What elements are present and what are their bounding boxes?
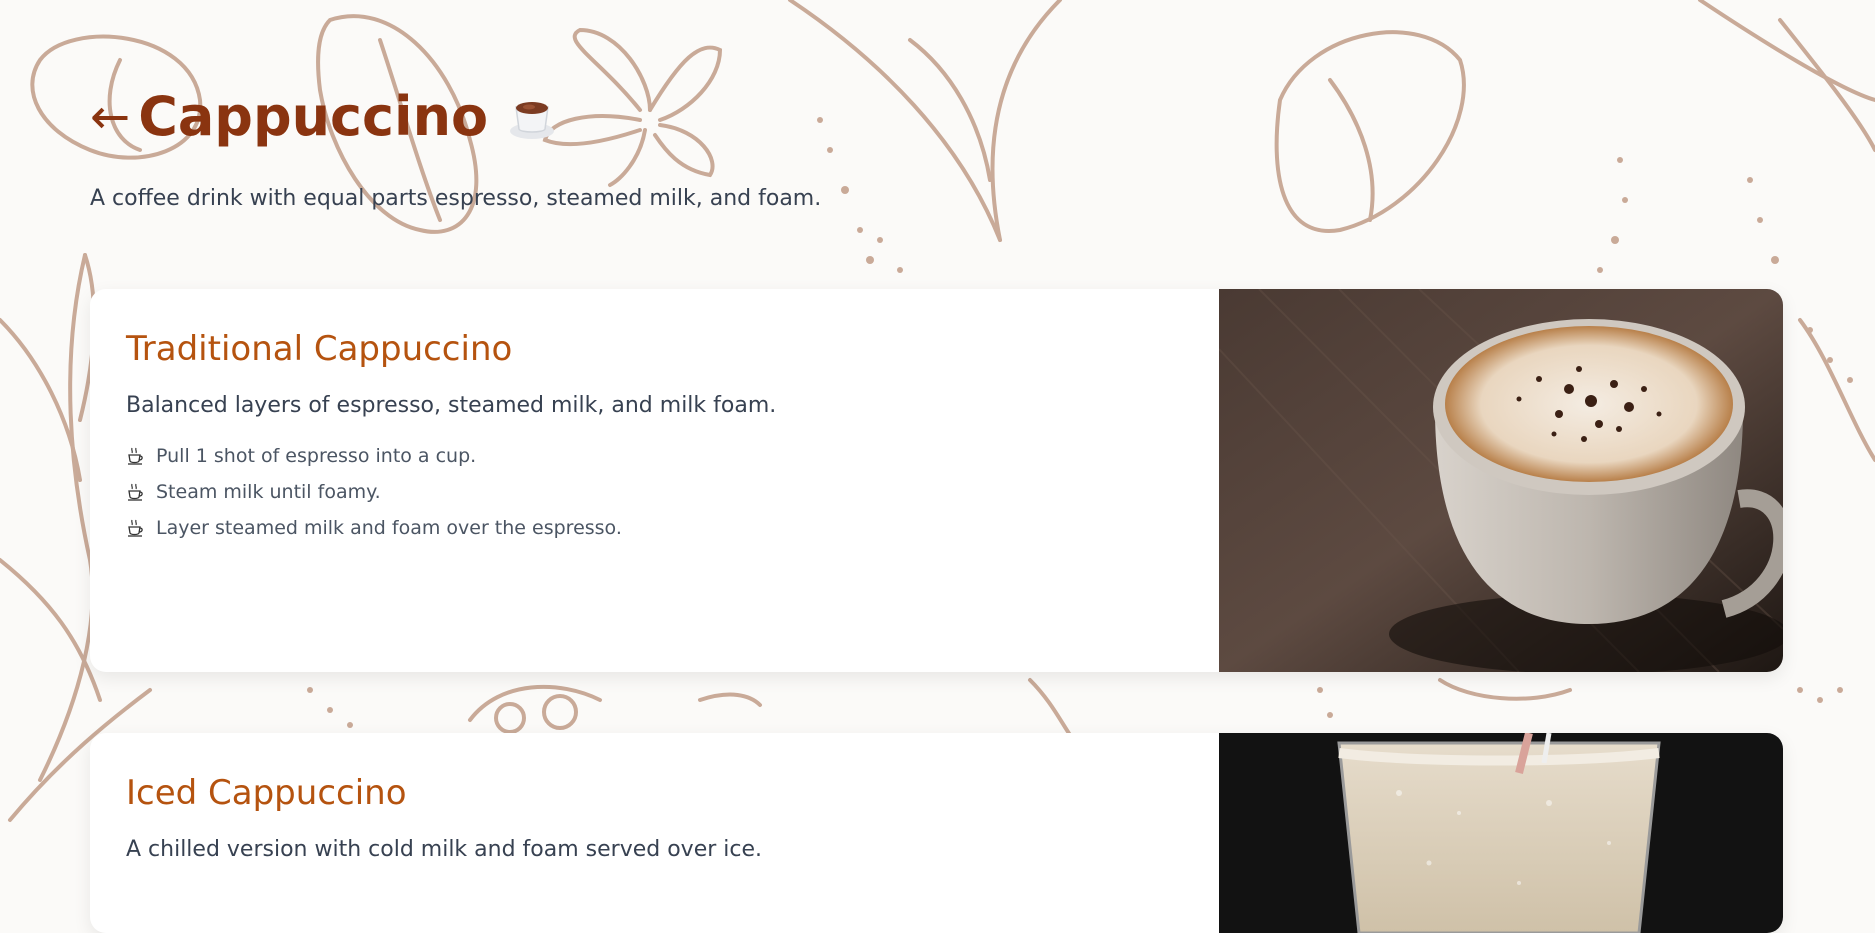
step-text: Pull 1 shot of espresso into a cup. <box>156 445 477 467</box>
iced-cappuccino-photo <box>1219 733 1783 933</box>
page-content: ← Cappuccino A coffee drink with equal p… <box>0 0 1875 933</box>
recipe-title: Iced Cappuccino <box>126 773 407 813</box>
page-title: Cappuccino <box>138 85 489 148</box>
hot-beverage-icon <box>128 519 143 537</box>
hot-beverage-icon <box>128 483 143 501</box>
recipe-card-traditional: Traditional Cappuccino Balanced layers o… <box>90 289 1783 672</box>
recipe-description: Balanced layers of espresso, steamed mil… <box>126 393 777 418</box>
recipe-steps: Pull 1 shot of espresso into a cup. Stea… <box>126 438 1186 546</box>
step-text: Steam milk until foamy. <box>156 481 381 503</box>
recipe-card-iced: Iced Cappuccino A chilled version with c… <box>90 733 1783 933</box>
list-item: Pull 1 shot of espresso into a cup. <box>126 438 1186 474</box>
page-header: ← Cappuccino <box>90 90 556 144</box>
recipe-text: Traditional Cappuccino Balanced layers o… <box>126 329 1186 546</box>
back-button[interactable]: ← <box>90 93 130 141</box>
cappuccino-photo <box>1219 289 1783 672</box>
list-item: Steam milk until foamy. <box>126 474 1186 510</box>
step-text: Layer steamed milk and foam over the esp… <box>156 517 622 539</box>
recipe-text: Iced Cappuccino A chilled version with c… <box>126 773 1186 862</box>
coffee-cup-icon <box>510 102 555 139</box>
page-subtitle: A coffee drink with equal parts espresso… <box>90 186 822 211</box>
recipe-title: Traditional Cappuccino <box>126 329 513 369</box>
list-item: Layer steamed milk and foam over the esp… <box>126 510 1186 546</box>
recipe-description: A chilled version with cold milk and foa… <box>126 837 763 862</box>
hot-beverage-icon <box>128 447 143 465</box>
